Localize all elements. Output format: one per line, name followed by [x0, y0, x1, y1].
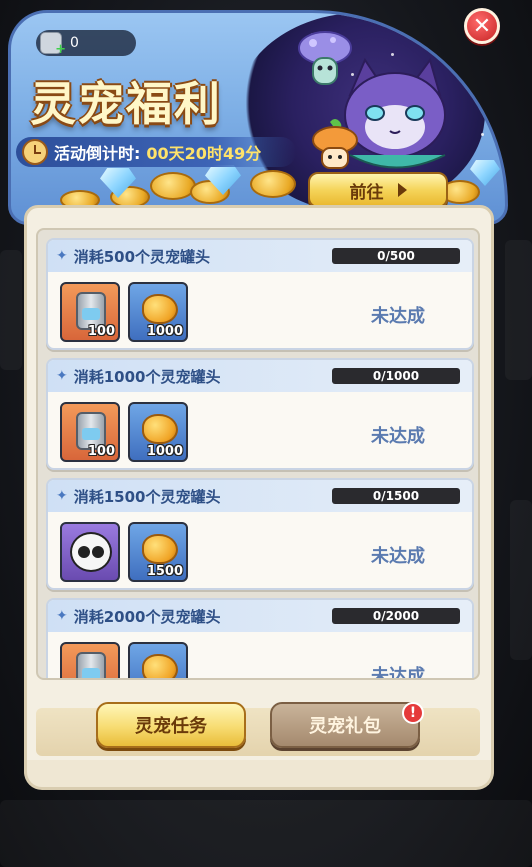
task-header: ✦ 消耗2000个灵宠罐头 0/2000 — [48, 600, 472, 632]
reward-item[interactable]: 100 — [60, 402, 120, 462]
close-icon: ✕ — [472, 13, 492, 39]
play-arrow-icon — [397, 183, 407, 197]
task-header: ✦ 消耗1000个灵宠罐头 0/1000 — [48, 360, 472, 392]
reward-item[interactable]: 1000 — [128, 282, 188, 342]
progress-text: 0/1500 — [372, 489, 420, 503]
sparkle-icon: ✦ — [56, 488, 68, 504]
sparkle-icon: ✦ — [56, 608, 68, 624]
sparkle-icon: ✦ — [56, 368, 68, 384]
task-header: ✦ 消耗500个灵宠罐头 0/500 — [48, 240, 472, 272]
gold-nugget-icon — [142, 534, 178, 564]
panda-pet-icon — [70, 532, 112, 572]
reward-qty: 1500 — [146, 564, 183, 579]
orange-mushroom-pet-icon — [312, 119, 358, 169]
countdown-bar: 活动倒计时: 00天20时49分 — [16, 137, 296, 167]
task-card: ✦ 消耗2000个灵宠罐头 0/2000 未达成 — [46, 598, 474, 680]
task-title: 消耗1500个灵宠罐头 — [73, 487, 221, 506]
resource-counter[interactable]: + 0 — [36, 30, 136, 57]
reward-qty: 100 — [87, 324, 115, 339]
task-header: ✦ 消耗1500个灵宠罐头 0/1500 — [48, 480, 472, 512]
pet-can-icon — [76, 652, 106, 678]
reward-item[interactable]: 1000 — [128, 402, 188, 462]
reward-item[interactable]: 1500 — [128, 522, 188, 582]
reward-qty: 1000 — [146, 324, 183, 339]
reward-item[interactable] — [128, 642, 188, 678]
reward-item[interactable] — [60, 522, 120, 582]
progress-bar: 0/500 — [332, 248, 460, 264]
tab-pet-gift-pack[interactable]: 灵宠礼包 — [270, 702, 420, 748]
countdown-value: 00天20时49分 — [146, 144, 262, 163]
reward-list — [60, 642, 188, 678]
resource-count: 0 — [70, 35, 79, 51]
close-button[interactable]: ✕ — [464, 8, 500, 44]
progress-bar: 0/1000 — [332, 368, 460, 384]
task-list[interactable]: ✦ 消耗500个灵宠罐头 0/500 100 1000 未达成 ✦ 消耗1000… — [36, 228, 480, 680]
progress-text: 0/2000 — [372, 609, 420, 623]
reward-qty: 1000 — [146, 444, 183, 459]
reward-list: 100 1000 — [60, 282, 188, 342]
goto-label: 前往 — [349, 182, 384, 203]
reward-qty: 100 — [87, 444, 115, 459]
gold-nugget-icon — [142, 654, 178, 678]
pet-can-icon: + — [40, 32, 66, 57]
plus-icon: + — [55, 42, 66, 57]
countdown-label: 活动倒计时: — [54, 144, 141, 163]
panel-footer — [24, 760, 494, 790]
event-title: 灵宠福利 — [30, 77, 222, 131]
reward-list: 1500 — [60, 522, 188, 582]
reward-item[interactable] — [60, 642, 120, 678]
task-title: 消耗2000个灵宠罐头 — [73, 607, 221, 626]
task-card: ✦ 消耗1000个灵宠罐头 0/1000 100 1000 未达成 — [46, 358, 474, 470]
goto-button[interactable]: 前往 — [308, 172, 448, 208]
sparkle-icon: ✦ — [56, 248, 68, 264]
reward-list: 100 1000 — [60, 402, 188, 462]
clock-icon — [22, 139, 48, 165]
task-title: 消耗500个灵宠罐头 — [73, 247, 211, 266]
tab-pet-tasks[interactable]: 灵宠任务 — [96, 702, 246, 748]
task-title: 消耗1000个灵宠罐头 — [73, 367, 221, 386]
task-status: 未达成 — [371, 546, 425, 567]
progress-bar: 0/2000 — [332, 608, 460, 624]
task-status: 未达成 — [371, 426, 425, 447]
progress-text: 0/1000 — [372, 369, 420, 383]
gold-nugget-icon — [142, 294, 178, 324]
gold-nugget-icon — [142, 414, 178, 444]
reward-item[interactable]: 100 — [60, 282, 120, 342]
progress-text: 0/500 — [377, 249, 415, 263]
task-card: ✦ 消耗500个灵宠罐头 0/500 100 1000 未达成 — [46, 238, 474, 350]
progress-bar: 0/1500 — [332, 488, 460, 504]
task-card: ✦ 消耗1500个灵宠罐头 0/1500 1500 未达成 — [46, 478, 474, 590]
task-status: 未达成 — [371, 666, 425, 680]
notification-badge: ! — [402, 702, 424, 724]
task-status: 未达成 — [371, 306, 425, 327]
